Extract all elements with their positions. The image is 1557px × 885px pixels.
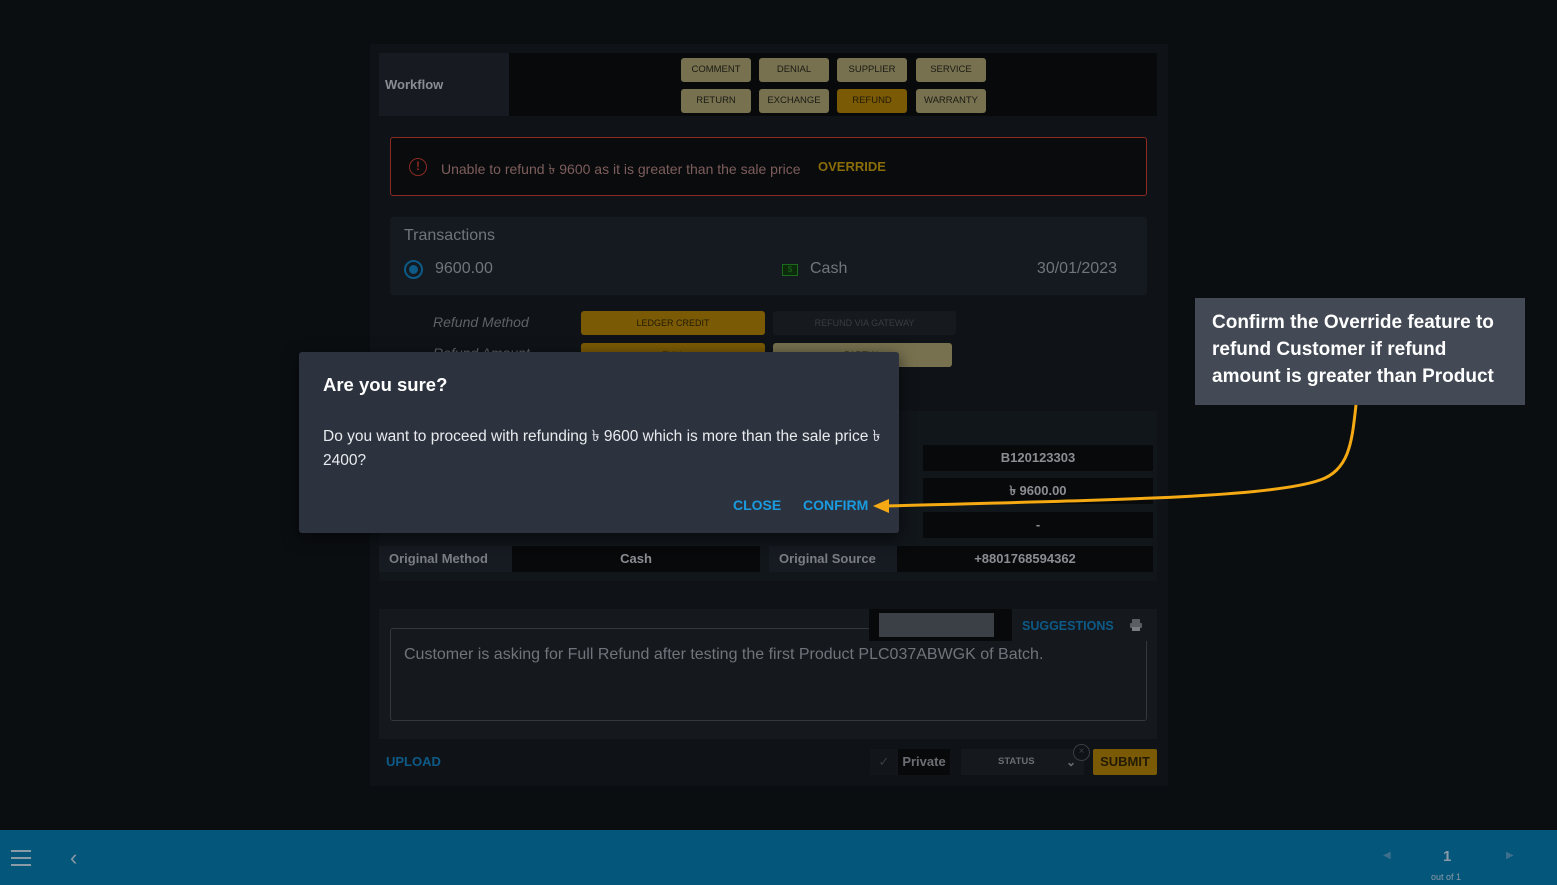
override-button[interactable]: OVERRIDE — [818, 159, 886, 174]
workflow-service-button[interactable]: SERVICE — [916, 58, 986, 82]
page-number: 1 — [1443, 848, 1452, 865]
upload-button[interactable]: UPLOAD — [386, 754, 441, 769]
dialog-close-button[interactable]: CLOSE — [733, 497, 781, 513]
ledger-credit-button[interactable]: LEDGER CREDIT — [581, 311, 765, 335]
clear-status-icon[interactable]: × — [1073, 744, 1090, 761]
transaction-date: 30/01/2023 — [1036, 260, 1117, 277]
page-total: out of 1 — [1431, 872, 1462, 882]
hamburger-menu-icon[interactable] — [11, 850, 31, 866]
workflow-bar: Workflow COMMENT DENIAL SUPPLIER SERVICE… — [379, 53, 1157, 116]
original-source-value: +8801768594362 — [897, 546, 1153, 572]
workflow-refund-button[interactable]: REFUND — [837, 89, 907, 113]
suggestions-button[interactable]: SUGGESTIONS — [1022, 619, 1114, 633]
transaction-method: Cash — [810, 260, 848, 277]
next-page-icon[interactable]: ▶ — [1506, 850, 1514, 861]
transactions-card: Transactions 9600.00 $ Cash 30/01/2023 — [390, 217, 1147, 295]
empty-value: - — [923, 512, 1153, 538]
workflow-return-button[interactable]: RETURN — [681, 89, 751, 113]
bottom-bar: ‹ ◀ 1 out of 1 ▶ — [0, 830, 1557, 885]
original-method-value: Cash — [512, 546, 760, 572]
printer-icon[interactable] — [1129, 618, 1143, 632]
cash-icon: $ — [782, 264, 798, 276]
prev-page-icon[interactable]: ◀ — [1383, 850, 1391, 861]
confirm-dialog: Are you sure? Do you want to proceed wit… — [299, 352, 899, 533]
notes-toolbar: SUGGESTIONS — [869, 609, 1157, 641]
workflow-warranty-button[interactable]: WARRANTY — [916, 89, 986, 113]
alert-circle-icon: ! — [409, 158, 427, 176]
workflow-exchange-button[interactable]: EXCHANGE — [759, 89, 829, 113]
error-alert: ! Unable to refund ৳ 9600 as it is great… — [390, 137, 1147, 196]
private-label: Private — [898, 749, 950, 775]
page: Workflow COMMENT DENIAL SUPPLIER SERVICE… — [0, 0, 1557, 885]
status-select[interactable]: STATUS ⌄ — [961, 749, 1084, 775]
dialog-message: Do you want to proceed with refunding ৳ … — [323, 428, 881, 469]
dialog-confirm-button[interactable]: CONFIRM — [803, 497, 868, 513]
status-placeholder: STATUS — [998, 756, 1035, 767]
refund-amount-value: ৳ 9600.00 — [923, 478, 1153, 504]
workflow-supplier-button[interactable]: SUPPLIER — [837, 58, 907, 82]
dialog-title: Are you sure? — [323, 374, 448, 395]
batch-value: B120123303 — [923, 445, 1153, 471]
notes-textarea[interactable]: Customer is asking for Full Refund after… — [390, 628, 1147, 721]
transactions-title: Transactions — [404, 227, 495, 244]
back-chevron-icon[interactable]: ‹ — [70, 845, 77, 871]
workflow-denial-button[interactable]: DENIAL — [759, 58, 829, 82]
submit-button[interactable]: SUBMIT — [1093, 749, 1157, 775]
transaction-amount: 9600.00 — [435, 260, 493, 277]
refund-via-gateway-button[interactable]: REFUND VIA GATEWAY — [773, 311, 956, 335]
private-toggle[interactable]: ✓ Private — [870, 749, 950, 775]
original-method-label: Original Method — [379, 546, 512, 572]
check-icon[interactable]: ✓ — [870, 749, 898, 775]
error-message: Unable to refund ৳ 9600 as it is greater… — [441, 161, 801, 177]
transaction-radio[interactable] — [404, 260, 423, 279]
notes-section: Customer is asking for Full Refund after… — [379, 609, 1157, 739]
workflow-comment-button[interactable]: COMMENT — [681, 58, 751, 82]
template-input[interactable] — [879, 613, 994, 637]
refund-method-label: Refund Method — [433, 314, 529, 330]
annotation-callout: Confirm the Override feature to refund C… — [1195, 298, 1525, 405]
original-source-label: Original Source — [769, 546, 897, 572]
workflow-label: Workflow — [379, 53, 509, 116]
